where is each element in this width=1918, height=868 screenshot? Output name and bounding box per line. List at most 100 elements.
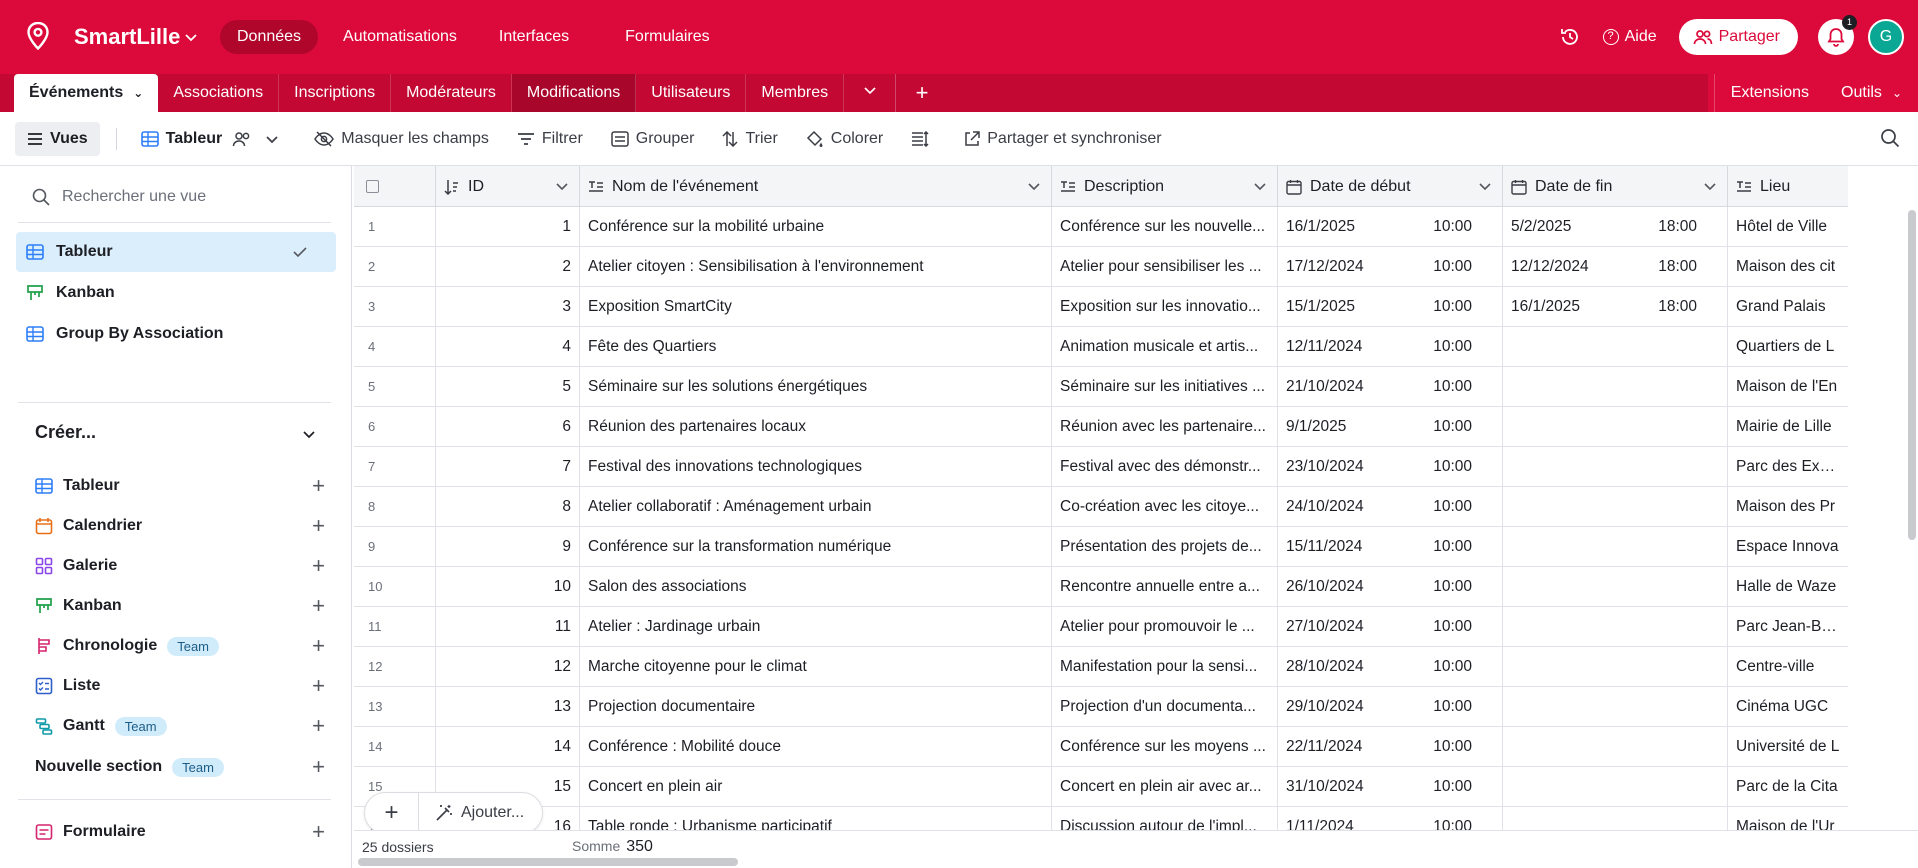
chevron-down-icon[interactable] [301,426,317,442]
cell-lieu[interactable]: Grand Palais [1728,287,1848,327]
table-row[interactable]: 6 6 Réunion des partenaires locaux Réunion … [354,407,1848,447]
vertical-scrollbar[interactable] [1908,210,1916,540]
add-table-icon[interactable]: + [896,74,948,112]
plus-icon[interactable]: + [312,715,325,737]
row-number[interactable]: 12 [354,647,436,687]
table-row[interactable]: 15 15 Concert en plein air Concert en plein… [354,767,1848,807]
cell-date-debut[interactable]: 9/1/2025 10:00 [1278,407,1503,447]
cell-date-fin[interactable] [1503,527,1728,567]
plus-icon[interactable]: + [312,515,325,537]
table-row[interactable]: 3 3 Exposition SmartCity Exposition sur les… [354,287,1848,327]
cell-nom[interactable]: Festival des innovations technologiques [580,447,1052,487]
cell-date-debut[interactable]: 16/1/2025 10:00 [1278,207,1503,247]
cell-date-fin[interactable] [1503,607,1728,647]
cell-lieu[interactable]: Parc des Expos [1728,447,1848,487]
views-button[interactable]: Vues [15,121,100,156]
plus-icon[interactable]: + [312,821,325,843]
create-liste[interactable]: Liste + [35,671,325,701]
row-number[interactable]: 11 [354,607,436,647]
table-row[interactable]: 2 2 Atelier citoyen : Sensibilisation à l'… [354,247,1848,287]
plus-icon[interactable]: + [312,555,325,577]
cell-nom[interactable]: Exposition SmartCity [580,287,1052,327]
cell-date-debut[interactable]: 15/11/2024 10:00 [1278,527,1503,567]
cell-lieu[interactable]: Halle de Waze [1728,567,1848,607]
cell-id[interactable]: 8 [436,487,580,527]
cell-date-fin[interactable] [1503,567,1728,607]
cell-id[interactable]: 6 [436,407,580,447]
cell-nom[interactable]: Séminaire sur les solutions énergétiques [580,367,1052,407]
sum-summary[interactable]: Somme 350 [572,838,653,856]
row-number[interactable]: 14 [354,727,436,767]
table-row[interactable]: 1 1 Conférence sur la mobilité urbaine Conf… [354,207,1848,247]
table-row[interactable]: 4 4 Fête des Quartiers Animation musicale e… [354,327,1848,367]
cell-description[interactable]: Animation musicale et artis... [1052,327,1278,367]
color-button[interactable]: Colorer [806,130,883,148]
cell-date-debut[interactable]: 26/10/2024 10:00 [1278,567,1503,607]
row-number[interactable]: 4 [354,327,436,367]
cell-date-fin[interactable] [1503,647,1728,687]
cell-date-debut[interactable]: 29/10/2024 10:00 [1278,687,1503,727]
tab-evenements[interactable]: Événements ⌄ [14,74,159,112]
cell-date-debut[interactable]: 21/10/2024 10:00 [1278,367,1503,407]
hide-fields-button[interactable]: Masquer les champs [314,130,489,148]
more-tables-icon[interactable] [844,74,897,112]
cell-date-fin[interactable] [1503,687,1728,727]
chevron-down-icon[interactable] [184,30,198,44]
tools-button[interactable]: Outils ⌄ [1825,74,1918,112]
cell-lieu[interactable]: Parc Jean-Bapt [1728,607,1848,647]
cell-description[interactable]: Présentation des projets de... [1052,527,1278,567]
column-header-lieu[interactable]: Lieu [1728,166,1848,207]
cell-id[interactable]: 10 [436,567,580,607]
nav-interfaces[interactable]: Interfaces [482,20,586,54]
cell-date-debut[interactable]: 12/11/2024 10:00 [1278,327,1503,367]
plus-icon[interactable]: + [312,475,325,497]
cell-id[interactable]: 7 [436,447,580,487]
nav-formulaires[interactable]: Formulaires [608,20,726,54]
cell-id[interactable]: 14 [436,727,580,767]
notifications-button[interactable]: 1 [1818,15,1857,55]
cell-nom[interactable]: Atelier citoyen : Sensibilisation à l'en… [580,247,1052,287]
cell-date-debut[interactable]: 28/10/2024 10:00 [1278,647,1503,687]
add-with-ai-button[interactable]: Ajouter... [419,804,542,822]
share-button[interactable]: Partager [1678,19,1798,55]
cell-lieu[interactable]: Université de L [1728,727,1848,767]
cell-nom[interactable]: Concert en plein air [580,767,1052,807]
cell-nom[interactable]: Salon des associations [580,567,1052,607]
view-search-input[interactable]: Rechercher une vue [32,188,206,206]
plus-icon[interactable]: + [312,756,325,778]
cell-lieu[interactable]: Parc de la Cita [1728,767,1848,807]
create-gantt[interactable]: Gantt Team + [35,711,325,741]
create-galerie[interactable]: Galerie + [35,551,325,581]
cell-date-fin[interactable]: 12/12/2024 18:00 [1503,247,1728,287]
cell-date-fin[interactable] [1503,407,1728,447]
cell-date-debut[interactable]: 22/11/2024 10:00 [1278,727,1503,767]
row-height-button[interactable] [911,130,936,147]
table-row[interactable]: 14 14 Conférence : Mobilité douce Conférenc… [354,727,1848,767]
column-header-date-debut[interactable]: Date de début [1278,166,1503,207]
cell-id[interactable]: 3 [436,287,580,327]
cell-id[interactable]: 13 [436,687,580,727]
cell-description[interactable]: Festival avec des démonstr... [1052,447,1278,487]
cell-id[interactable]: 5 [436,367,580,407]
plus-icon[interactable]: + [312,675,325,697]
cell-description[interactable]: Atelier pour sensibiliser les ... [1052,247,1278,287]
cell-description[interactable]: Exposition sur les innovatio... [1052,287,1278,327]
cell-nom[interactable]: Conférence sur la mobilité urbaine [580,207,1052,247]
cell-description[interactable]: Projection d'un documenta... [1052,687,1278,727]
cell-description[interactable]: Discussion autour de l'impl... [1052,807,1278,830]
tab-utilisateurs[interactable]: Utilisateurs [636,74,747,112]
view-item-kanban[interactable]: Kanban [16,273,336,313]
cell-description[interactable]: Séminaire sur les initiatives ... [1052,367,1278,407]
create-chronologie[interactable]: Chronologie Team + [35,631,325,661]
cell-description[interactable]: Atelier pour promouvoir le ... [1052,607,1278,647]
table-row[interactable]: 5 5 Séminaire sur les solutions énergétiqu… [354,367,1848,407]
cell-date-fin[interactable] [1503,807,1728,830]
cell-date-debut[interactable]: 24/10/2024 10:00 [1278,487,1503,527]
table-row[interactable]: 7 7 Festival des innovations technologique… [354,447,1848,487]
cell-lieu[interactable]: Maison de l'En [1728,367,1848,407]
table-row[interactable]: 11 11 Atelier : Jardinage urbain Atelier po… [354,607,1848,647]
cell-date-fin[interactable] [1503,727,1728,767]
column-header-id[interactable]: ID [354,166,580,207]
filter-button[interactable]: Filtrer [517,130,583,148]
cell-date-debut[interactable]: 15/1/2025 10:00 [1278,287,1503,327]
